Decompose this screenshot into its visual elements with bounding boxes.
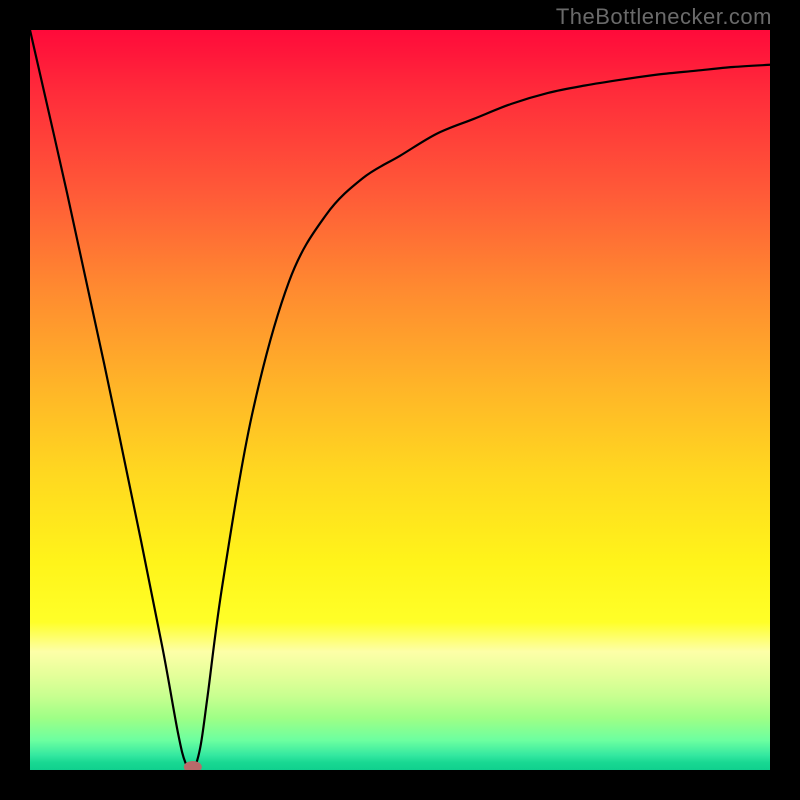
curve-svg	[30, 30, 770, 770]
chart-frame: TheBottlenecker.com	[0, 0, 800, 800]
optimum-marker	[184, 761, 202, 770]
plot-area	[30, 30, 770, 770]
attribution-text: TheBottlenecker.com	[556, 4, 772, 30]
bottleneck-curve	[30, 30, 770, 770]
